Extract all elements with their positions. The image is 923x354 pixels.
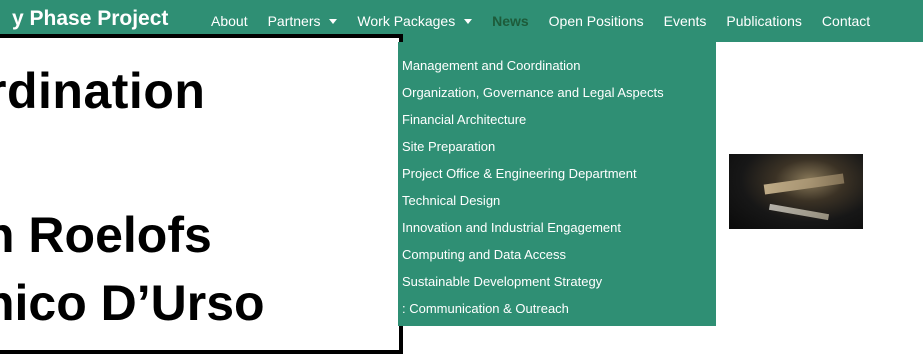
nav-about-label: About — [211, 13, 248, 29]
work-packages-dropdown: Management and Coordination Organization… — [398, 42, 716, 326]
news-thumbnail-image[interactable] — [729, 154, 863, 229]
dropdown-item-computing[interactable]: Computing and Data Access — [402, 245, 566, 265]
nav-partners-label: Partners — [267, 13, 321, 29]
nav-news-label: News — [492, 13, 529, 29]
nav-open-positions-label: Open Positions — [548, 13, 644, 29]
dropdown-item-communication[interactable]: : Communication & Outreach — [402, 299, 569, 319]
slide-name-line-1: n Roelofs — [0, 207, 212, 263]
dropdown-item-sustainable[interactable]: Sustainable Development Strategy — [402, 272, 602, 292]
nav-events-label: Events — [663, 13, 707, 29]
brand-title[interactable]: y Phase Project — [12, 7, 168, 31]
dropdown-item-project-office[interactable]: Project Office & Engineering Department — [402, 164, 637, 184]
dropdown-item-financial[interactable]: Financial Architecture — [402, 110, 526, 130]
nav-publications[interactable]: Publications — [716, 13, 812, 29]
dropdown-item-site-preparation[interactable]: Site Preparation — [402, 137, 495, 157]
nav-about[interactable]: About — [201, 13, 258, 29]
nav-open-positions[interactable]: Open Positions — [539, 13, 654, 29]
nav-contact-label: Contact — [821, 13, 871, 29]
nav-work-packages[interactable]: Work Packages — [347, 13, 482, 29]
slide-name-line-2: nico D’Urso — [0, 275, 265, 331]
nav-news[interactable]: News — [482, 13, 539, 29]
dropdown-item-innovation[interactable]: Innovation and Industrial Engagement — [402, 218, 621, 238]
nav-events[interactable]: Events — [654, 13, 717, 29]
slide-title-line-1: ordination — [0, 63, 206, 119]
chevron-down-icon — [464, 18, 473, 24]
nav-publications-label: Publications — [726, 13, 802, 29]
chevron-down-icon — [329, 18, 338, 24]
nav-contact[interactable]: Contact — [812, 13, 880, 29]
dropdown-item-organization[interactable]: Organization, Governance and Legal Aspec… — [402, 83, 664, 103]
slide-overlay: ordination n Roelofs nico D’Urso — [0, 34, 403, 354]
nav-partners[interactable]: Partners — [258, 13, 348, 29]
dropdown-item-management[interactable]: Management and Coordination — [402, 56, 581, 76]
dropdown-item-technical-design[interactable]: Technical Design — [402, 191, 500, 211]
nav-work-packages-label: Work Packages — [357, 13, 456, 29]
